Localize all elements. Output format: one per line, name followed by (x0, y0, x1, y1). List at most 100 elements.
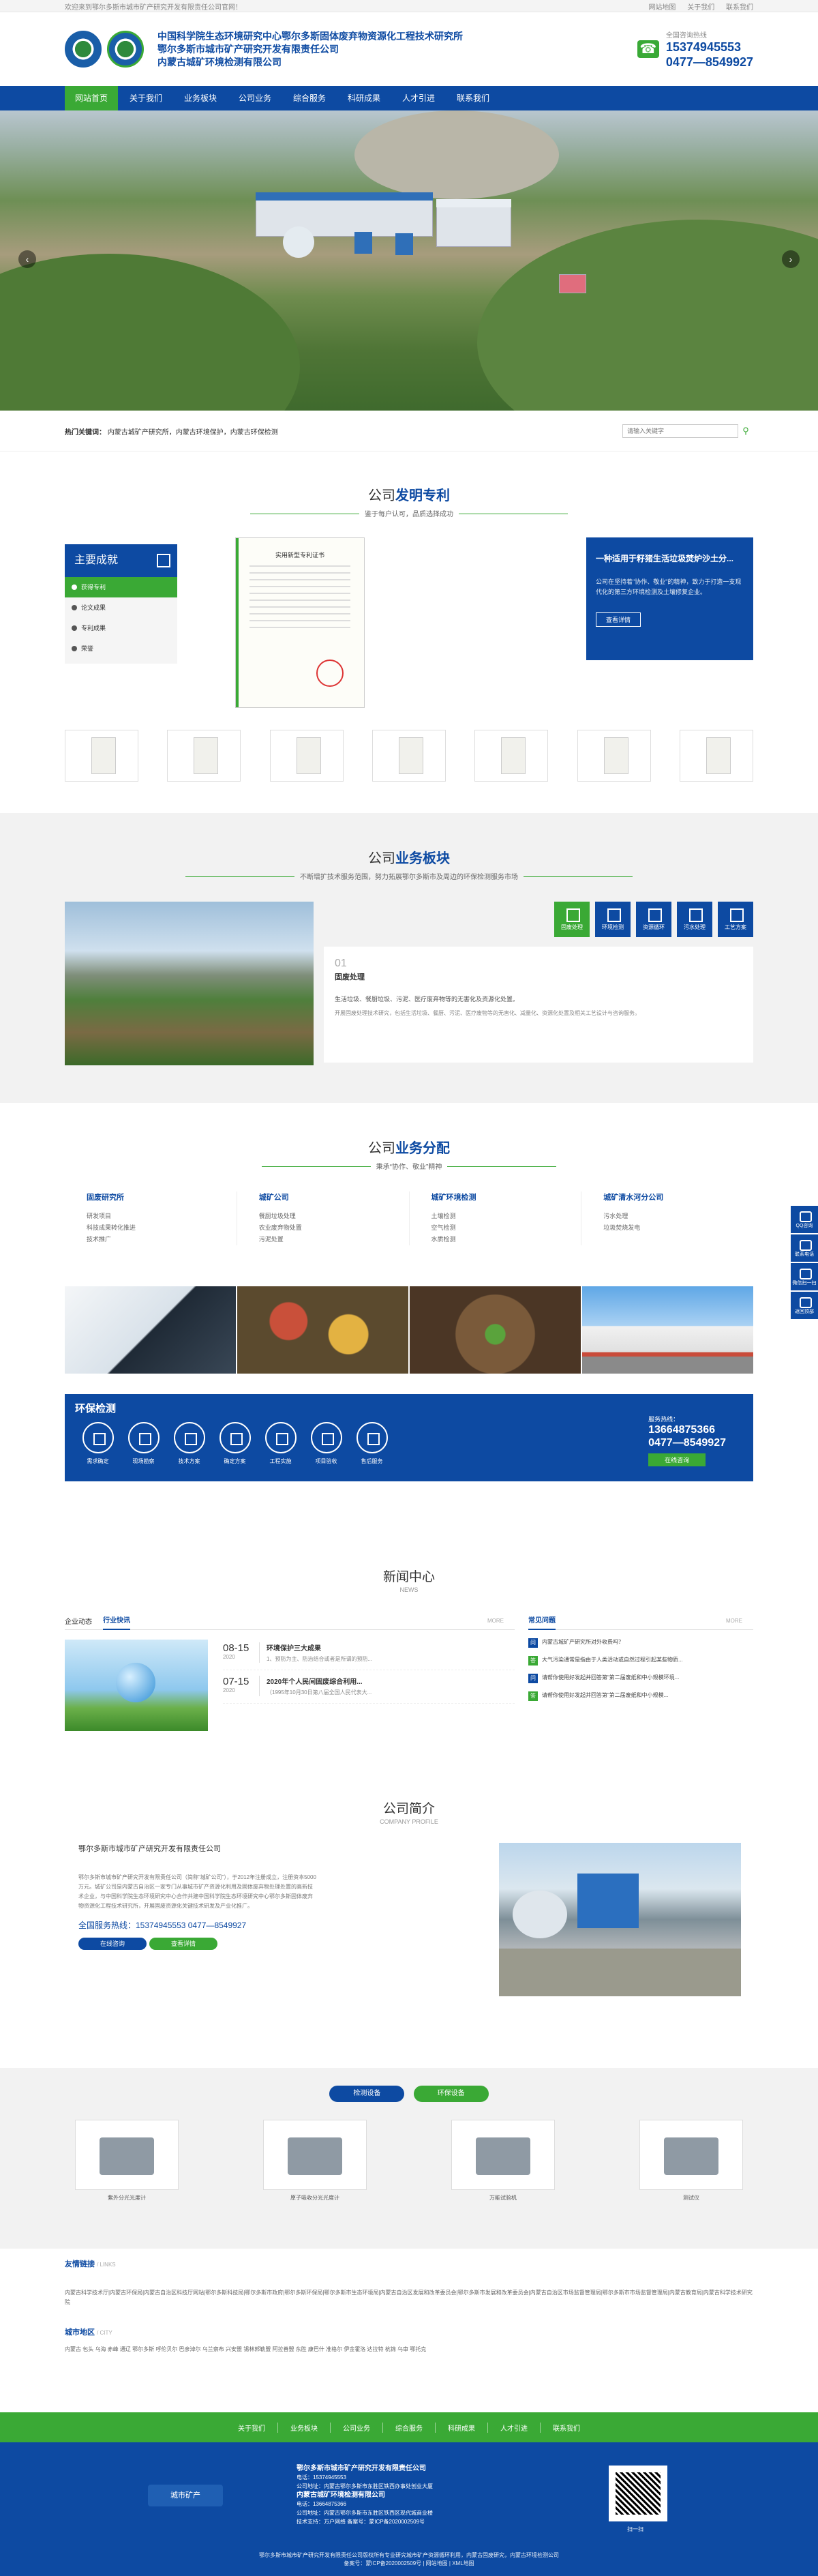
profile-detail-button[interactable]: 查看详情 (149, 1938, 217, 1950)
tab-env-testing[interactable]: 环境检测 (595, 902, 631, 937)
footer-nav-contact[interactable]: 联系我们 (540, 2422, 592, 2433)
top-link-sitemap[interactable]: 网站地图 (648, 4, 676, 12)
menu-item-patents[interactable]: 获得专利 (65, 577, 177, 597)
tab-company-news[interactable]: 企业动态 (65, 1616, 92, 1626)
nav-contact[interactable]: 联系我们 (446, 86, 500, 110)
equipment-item[interactable]: 紫外分光光度计 (75, 2120, 179, 2202)
column-head[interactable]: 固废研究所 (87, 1191, 237, 1202)
patent-thumbnail[interactable] (679, 730, 753, 782)
city-area-list[interactable]: 内蒙古 包头 乌海 赤峰 通辽 鄂尔多斯 呼伦贝尔 巴彦淖尔 乌兰察布 兴安盟 … (65, 2345, 753, 2353)
column-item[interactable]: 水质检测 (431, 1234, 581, 1245)
nav-company-business[interactable]: 公司业务 (228, 86, 282, 110)
patent-thumbnail[interactable] (372, 730, 446, 782)
cas-logo-icon[interactable] (65, 31, 102, 68)
nav-research[interactable]: 科研成果 (337, 86, 391, 110)
patent-thumbnail[interactable] (167, 730, 241, 782)
copyright-line-2[interactable]: 备案号：蒙ICP备2020002509号 | 网站地图 | XML地图 (0, 2560, 818, 2568)
menu-item-honors[interactable]: 荣誉 (65, 638, 177, 659)
env-step[interactable]: 售后服务 (349, 1422, 395, 1465)
lab-building-photo[interactable] (582, 1286, 753, 1374)
hot-keywords-text[interactable]: 内蒙古城矿产研究所，内蒙古环境保护，内蒙古环保检测 (108, 429, 278, 436)
news-headline[interactable]: 环境保护三大成果 (267, 1642, 372, 1653)
search-icon[interactable]: ⚲ (738, 424, 753, 438)
equipment-item[interactable]: 测试仪 (639, 2120, 743, 2202)
nav-about[interactable]: 关于我们 (119, 86, 172, 110)
column-item[interactable]: 研发项目 (87, 1211, 237, 1222)
tab-testing-equipment[interactable]: 检测设备 (329, 2086, 405, 2102)
back-to-top-button[interactable]: 返回顶部 (791, 1292, 818, 1319)
banner-prev-arrow-icon[interactable]: ‹ (18, 250, 36, 268)
tab-solid-waste[interactable]: 固废处理 (554, 902, 590, 937)
column-item[interactable]: 技术推广 (87, 1234, 237, 1245)
nav-talent[interactable]: 人才引进 (392, 86, 445, 110)
column-head[interactable]: 城矿清水河分公司 (603, 1191, 753, 1202)
wechat-button[interactable]: 微信扫一扫 (791, 1263, 818, 1290)
tab-industry-news[interactable]: 行业快讯 (103, 1612, 130, 1630)
patent-detail-button[interactable]: 查看详情 (596, 612, 641, 627)
profile-photo[interactable] (499, 1843, 741, 1996)
patent-thumbnail[interactable] (269, 730, 344, 782)
column-item[interactable]: 污水处理 (603, 1211, 753, 1222)
column-item[interactable]: 农业废弃物处置 (259, 1222, 409, 1234)
search-input[interactable] (622, 424, 738, 438)
tab-sewage[interactable]: 污水处理 (677, 902, 712, 937)
top-link-about[interactable]: 关于我们 (687, 4, 714, 12)
menu-item-patent-results[interactable]: 专利成果 (65, 618, 177, 638)
faq-more-link[interactable]: MORE (726, 1618, 742, 1624)
soil-photo[interactable] (410, 1286, 581, 1374)
footer-nav-services[interactable]: 综合服务 (382, 2422, 435, 2433)
footer-nav-business-sectors[interactable]: 业务板块 (277, 2422, 330, 2433)
profile-consult-button[interactable]: 在线咨询 (78, 1938, 147, 1950)
footer-nav-talent[interactable]: 人才引进 (487, 2422, 540, 2433)
patent-certificate-image[interactable]: 实用新型专利证书 (235, 537, 365, 708)
env-consult-button[interactable]: 在线咨询 (648, 1453, 706, 1466)
nav-services[interactable]: 综合服务 (283, 86, 336, 110)
hero-banner[interactable]: ‹ › (0, 110, 818, 411)
env-step[interactable]: 确定方案 (212, 1422, 258, 1465)
footer-nav-company-business[interactable]: 公司业务 (330, 2422, 382, 2433)
news-image[interactable] (65, 1640, 208, 1731)
list-item[interactable]: 08-15 2020 环境保护三大成果 1、预防为主、防治结合或者是所谓的预防... (223, 1640, 515, 1670)
business-image[interactable] (65, 902, 314, 1065)
qq-consult-button[interactable]: QQ咨询 (791, 1206, 818, 1233)
patent-thumbnail[interactable] (474, 730, 549, 782)
menu-item-papers[interactable]: 论文成果 (65, 597, 177, 618)
company-logo-icon[interactable] (107, 31, 144, 68)
tab-process[interactable]: 工艺方案 (718, 902, 753, 937)
friend-links-list[interactable]: 内蒙古科学技术厅|内蒙古环保局|内蒙古自治区科技厅网站|鄂尔多斯科技局|鄂尔多斯… (65, 2288, 753, 2307)
footer-nav-research[interactable]: 科研成果 (435, 2422, 487, 2433)
column-item[interactable]: 土壤检测 (431, 1211, 581, 1222)
tab-recycling[interactable]: 资源循环 (636, 902, 671, 937)
patent-thumbnail[interactable] (65, 730, 138, 782)
equipment-item[interactable]: 万能试验机 (451, 2120, 555, 2202)
faq-question[interactable]: 问请帮你使用好发起并回答第“第二届废纸和中小规模环境... (528, 1674, 753, 1683)
footer-nav-about[interactable]: 关于我们 (226, 2423, 277, 2433)
env-step[interactable]: 项目验收 (303, 1422, 349, 1465)
column-head[interactable]: 城矿环境检测 (431, 1191, 581, 1202)
env-step[interactable]: 需求确定 (75, 1422, 121, 1465)
nav-home[interactable]: 网站首页 (65, 86, 118, 110)
tab-env-equipment[interactable]: 环保设备 (413, 2086, 489, 2102)
footer-logo[interactable]: 城市矿产 (148, 2485, 223, 2506)
faq-title[interactable]: 常见问题 (528, 1612, 556, 1630)
news-more-link[interactable]: MORE (487, 1618, 504, 1624)
column-head[interactable]: 城矿公司 (259, 1191, 409, 1202)
service-photo[interactable] (65, 1286, 236, 1374)
equipment-item[interactable]: 原子吸收分光光度计 (263, 2120, 367, 2202)
patent-thumbnail[interactable] (577, 730, 651, 782)
env-step[interactable]: 技术方案 (166, 1422, 212, 1465)
banner-next-arrow-icon[interactable]: › (782, 250, 800, 268)
column-item[interactable]: 垃圾焚烧发电 (603, 1222, 753, 1234)
faq-question[interactable]: 问内蒙古城矿产研究所对外收费吗？ (528, 1638, 753, 1648)
phone-button[interactable]: 联系电话 (791, 1234, 818, 1262)
patent-card-title[interactable]: 一种适用于籽猪生活垃圾焚炉沙土分... (596, 552, 744, 565)
env-step[interactable]: 现场勘察 (121, 1422, 166, 1465)
column-item[interactable]: 空气检测 (431, 1222, 581, 1234)
nav-business-sectors[interactable]: 业务板块 (174, 86, 227, 110)
column-item[interactable]: 污泥处置 (259, 1234, 409, 1245)
column-item[interactable]: 餐厨垃圾处理 (259, 1211, 409, 1222)
env-step[interactable]: 工程实施 (258, 1422, 303, 1465)
list-item[interactable]: 07-15 2020 2020年个人民间固废综合利用... （1995年10月30日… (223, 1673, 515, 1704)
kitchen-waste-photo[interactable] (237, 1286, 408, 1374)
column-item[interactable]: 科技成果转化推进 (87, 1222, 237, 1234)
